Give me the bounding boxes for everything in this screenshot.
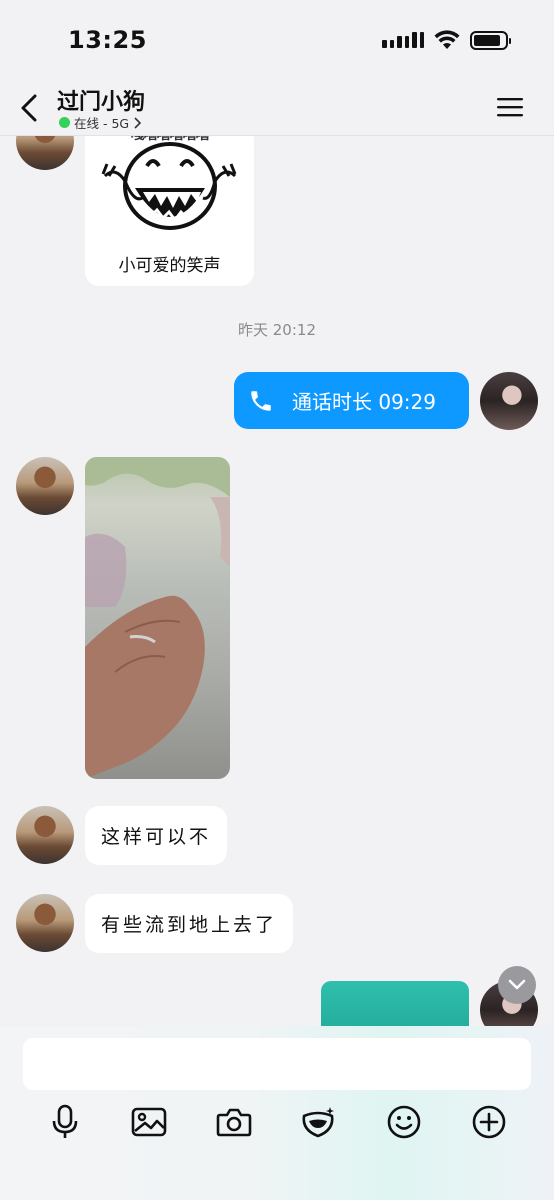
online-dot-icon bbox=[59, 117, 70, 128]
avatar-self[interactable] bbox=[480, 372, 538, 430]
composer-bar bbox=[0, 1026, 554, 1200]
chevron-down-icon bbox=[508, 979, 526, 990]
status-icons bbox=[382, 30, 511, 50]
sticker-message[interactable]: 嘎嘻嘻嘻嘻嘻 小可爱的笑声 bbox=[85, 136, 254, 286]
text-message[interactable]: 这样可以不 bbox=[85, 806, 228, 865]
photo-message[interactable] bbox=[85, 457, 230, 779]
call-duration-label: 通话时长 09:29 bbox=[292, 390, 436, 414]
avatar[interactable] bbox=[16, 136, 74, 170]
hand-photo bbox=[85, 457, 230, 779]
image-message[interactable] bbox=[321, 981, 469, 1026]
text-message[interactable]: 有些流到地上去了 bbox=[85, 894, 294, 953]
message-input[interactable] bbox=[23, 1038, 531, 1090]
scroll-to-bottom-button[interactable] bbox=[498, 966, 536, 1004]
message-list[interactable]: 嘎嘻嘻嘻嘻嘻 小可爱的笑声 昨天 20:12 通话时长 09:29 bbox=[0, 136, 554, 1026]
message-text: 有些流到地上去了 bbox=[101, 914, 278, 936]
avatar[interactable] bbox=[16, 806, 74, 864]
presence-text: 在线 - 5G bbox=[74, 116, 130, 131]
timestamp: 昨天 20:12 bbox=[238, 321, 316, 339]
camera-icon[interactable] bbox=[214, 1102, 254, 1142]
avatar[interactable] bbox=[16, 457, 74, 515]
chevron-right-icon bbox=[134, 116, 142, 129]
sticker-icon[interactable] bbox=[298, 1102, 338, 1142]
emoji-icon[interactable] bbox=[384, 1102, 424, 1142]
menu-icon[interactable] bbox=[496, 95, 524, 119]
image-icon[interactable] bbox=[129, 1102, 169, 1142]
chat-title[interactable]: 过门小狗 bbox=[57, 84, 145, 116]
avatar[interactable] bbox=[16, 894, 74, 952]
microphone-icon[interactable] bbox=[45, 1102, 85, 1142]
plus-icon[interactable] bbox=[469, 1102, 509, 1142]
laughing-face-sticker bbox=[101, 142, 237, 230]
status-bar: 13:25 bbox=[0, 0, 554, 80]
sticker-caption: 小可爱的笑声 bbox=[118, 256, 221, 276]
status-time: 13:25 bbox=[68, 26, 147, 54]
chat-header: 过门小狗 在线 - 5G bbox=[0, 80, 554, 136]
wifi-icon bbox=[434, 30, 460, 49]
message-text: 这样可以不 bbox=[101, 826, 212, 848]
phone-icon bbox=[251, 390, 271, 411]
battery-icon bbox=[470, 30, 511, 50]
composer-toolbar bbox=[0, 1102, 554, 1142]
back-icon[interactable] bbox=[14, 90, 46, 126]
cellular-signal-icon bbox=[382, 32, 424, 48]
call-record-bubble[interactable]: 通话时长 09:29 bbox=[234, 372, 469, 429]
presence-status[interactable]: 在线 - 5G bbox=[59, 113, 142, 132]
battery-level bbox=[474, 34, 500, 46]
